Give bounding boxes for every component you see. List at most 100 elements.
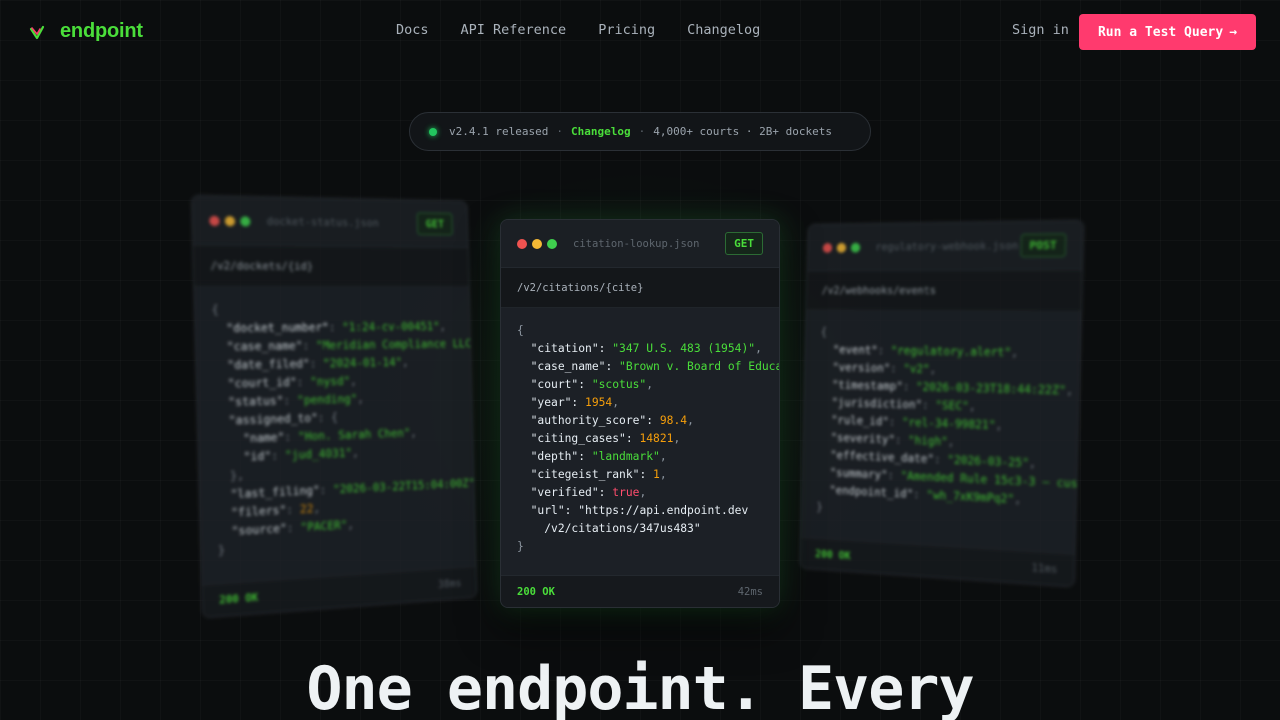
separator: · [639, 125, 646, 138]
json-punct: , [673, 432, 680, 445]
endpoint-path: /v2/citations/{cite} [501, 268, 779, 308]
logo[interactable]: endpoint [28, 20, 143, 43]
json-value: "landmark" [592, 450, 660, 463]
nav-link-changelog[interactable]: Changelog [687, 22, 760, 38]
docket-status-card: docket-status.json GET /v2/dockets/{id} … [191, 195, 478, 619]
json-value: "rel-34-99821" [902, 416, 996, 432]
json-key: "severity" [831, 431, 896, 446]
json-value: 14821 [639, 432, 673, 445]
card-filename: regulatory-webhook.json [875, 240, 1018, 253]
code-line: "citegeist_rank": 1, [517, 466, 763, 484]
json-value: "347 U.S. 483 (1954)" [612, 342, 755, 355]
json-key: "case_name" [227, 339, 303, 353]
json-value: 98.4 [660, 414, 687, 427]
method-badge: POST [1020, 233, 1066, 257]
maximize-dot-icon [240, 216, 250, 226]
json-value: "scotus" [592, 378, 646, 391]
json-punct: } [517, 540, 524, 553]
json-value: "nysd" [310, 375, 350, 389]
code-line: "authority_score": 98.4, [517, 412, 763, 430]
latency: 11ms [1031, 562, 1057, 576]
json-key: "rule_id" [831, 414, 889, 429]
json-punct: : [318, 411, 332, 424]
json-punct: : [329, 321, 343, 334]
code-line: "citation": "347 U.S. 483 (1954)", [517, 340, 763, 358]
json-punct: : [599, 486, 613, 499]
json-key: "jurisdiction" [831, 396, 922, 411]
json-punct: : [626, 432, 640, 445]
latency: 38ms [438, 577, 462, 590]
endpoint-path: /v2/webhooks/events [807, 270, 1082, 311]
window-controls [209, 215, 250, 226]
close-dot-icon [209, 215, 220, 225]
json-punct: : [284, 430, 298, 444]
json-punct: : [287, 521, 301, 535]
json-punct: , [660, 468, 667, 481]
json-key: "status" [228, 394, 284, 409]
json-key: "source" [231, 522, 287, 538]
logo-text: endpoint [60, 20, 143, 43]
json-key: "url" [531, 504, 565, 517]
json-value: "Brown v. Board of Educat" [619, 360, 779, 373]
code-line: "verified": true, [517, 484, 763, 502]
cta-label: Run a Test Query [1098, 25, 1223, 40]
json-punct: , [948, 435, 955, 448]
json-value: "wh_7xK9mPq2" [926, 489, 1014, 506]
json-punct: : [296, 376, 310, 389]
json-key: "summary" [830, 466, 888, 481]
json-punct: , [687, 414, 694, 427]
json-key: "court" [531, 378, 579, 391]
json-punct: : [903, 380, 916, 393]
json-punct: : [578, 450, 592, 463]
json-punct: , [646, 378, 653, 391]
changelog-link[interactable]: Changelog [571, 125, 631, 138]
nav-links: Docs API Reference Pricing Changelog [396, 22, 760, 38]
json-punct: : [309, 357, 323, 370]
run-test-query-button[interactable]: Run a Test Query → [1079, 14, 1256, 50]
json-punct: : [302, 339, 316, 352]
json-value: "SEC" [935, 399, 969, 413]
json-punct: : [922, 399, 936, 412]
code-line: "case_name": "Brown v. Board of Educat" [517, 358, 763, 376]
json-key: "event" [833, 344, 878, 357]
json-punct: } [816, 501, 823, 514]
json-punct: , [929, 363, 936, 376]
json-key: "depth" [531, 450, 579, 463]
json-punct: : [286, 503, 300, 517]
json-key: "effective_date" [830, 449, 934, 466]
json-punct: : [913, 488, 927, 502]
json-key: "case_name" [531, 360, 606, 373]
json-value: "pending" [297, 393, 358, 408]
nav-link-docs[interactable]: Docs [396, 22, 429, 38]
card-header: citation-lookup.json GET [501, 220, 779, 268]
regulatory-webhook-card: regulatory-webhook.json POST /v2/webhook… [799, 220, 1084, 588]
json-punct: , [639, 486, 646, 499]
json-value: "Hon. Sarah Chen" [298, 427, 411, 444]
nav-link-api-reference[interactable]: API Reference [461, 22, 567, 38]
card-header: docket-status.json GET [192, 196, 468, 248]
json-punct: , [1011, 346, 1018, 359]
card-header: regulatory-webhook.json POST [807, 221, 1083, 272]
release-banner: v2.4.1 released · Changelog · 4,000+ cou… [409, 112, 871, 151]
json-value: 22 [300, 502, 314, 516]
separator: · [556, 125, 563, 138]
json-punct: , [357, 392, 364, 405]
endpoint-path: /v2/dockets/{id} [193, 245, 469, 287]
status-code: 200 OK [219, 591, 258, 606]
json-punct: , [352, 446, 359, 459]
json-value: "high" [908, 434, 948, 448]
json-punct: : [605, 360, 619, 373]
json-punct: , [1029, 457, 1036, 471]
json-punct: } [218, 544, 225, 558]
json-response: { "docket_number": "1:24-cv-00451", "cas… [194, 287, 475, 586]
window-controls [823, 242, 861, 252]
sign-in-link[interactable]: Sign in [1012, 22, 1069, 38]
json-key: "citing_cases" [531, 432, 626, 445]
nav-link-pricing[interactable]: Pricing [598, 22, 655, 38]
json-punct: : [283, 394, 297, 407]
json-value: "v2" [903, 362, 930, 375]
json-key: "id" [243, 450, 271, 464]
citation-lookup-card: citation-lookup.json GET /v2/citations/{… [500, 219, 780, 608]
status-code: 200 OK [815, 548, 851, 562]
json-value: "Meridian Compliance LLC" [316, 337, 478, 352]
